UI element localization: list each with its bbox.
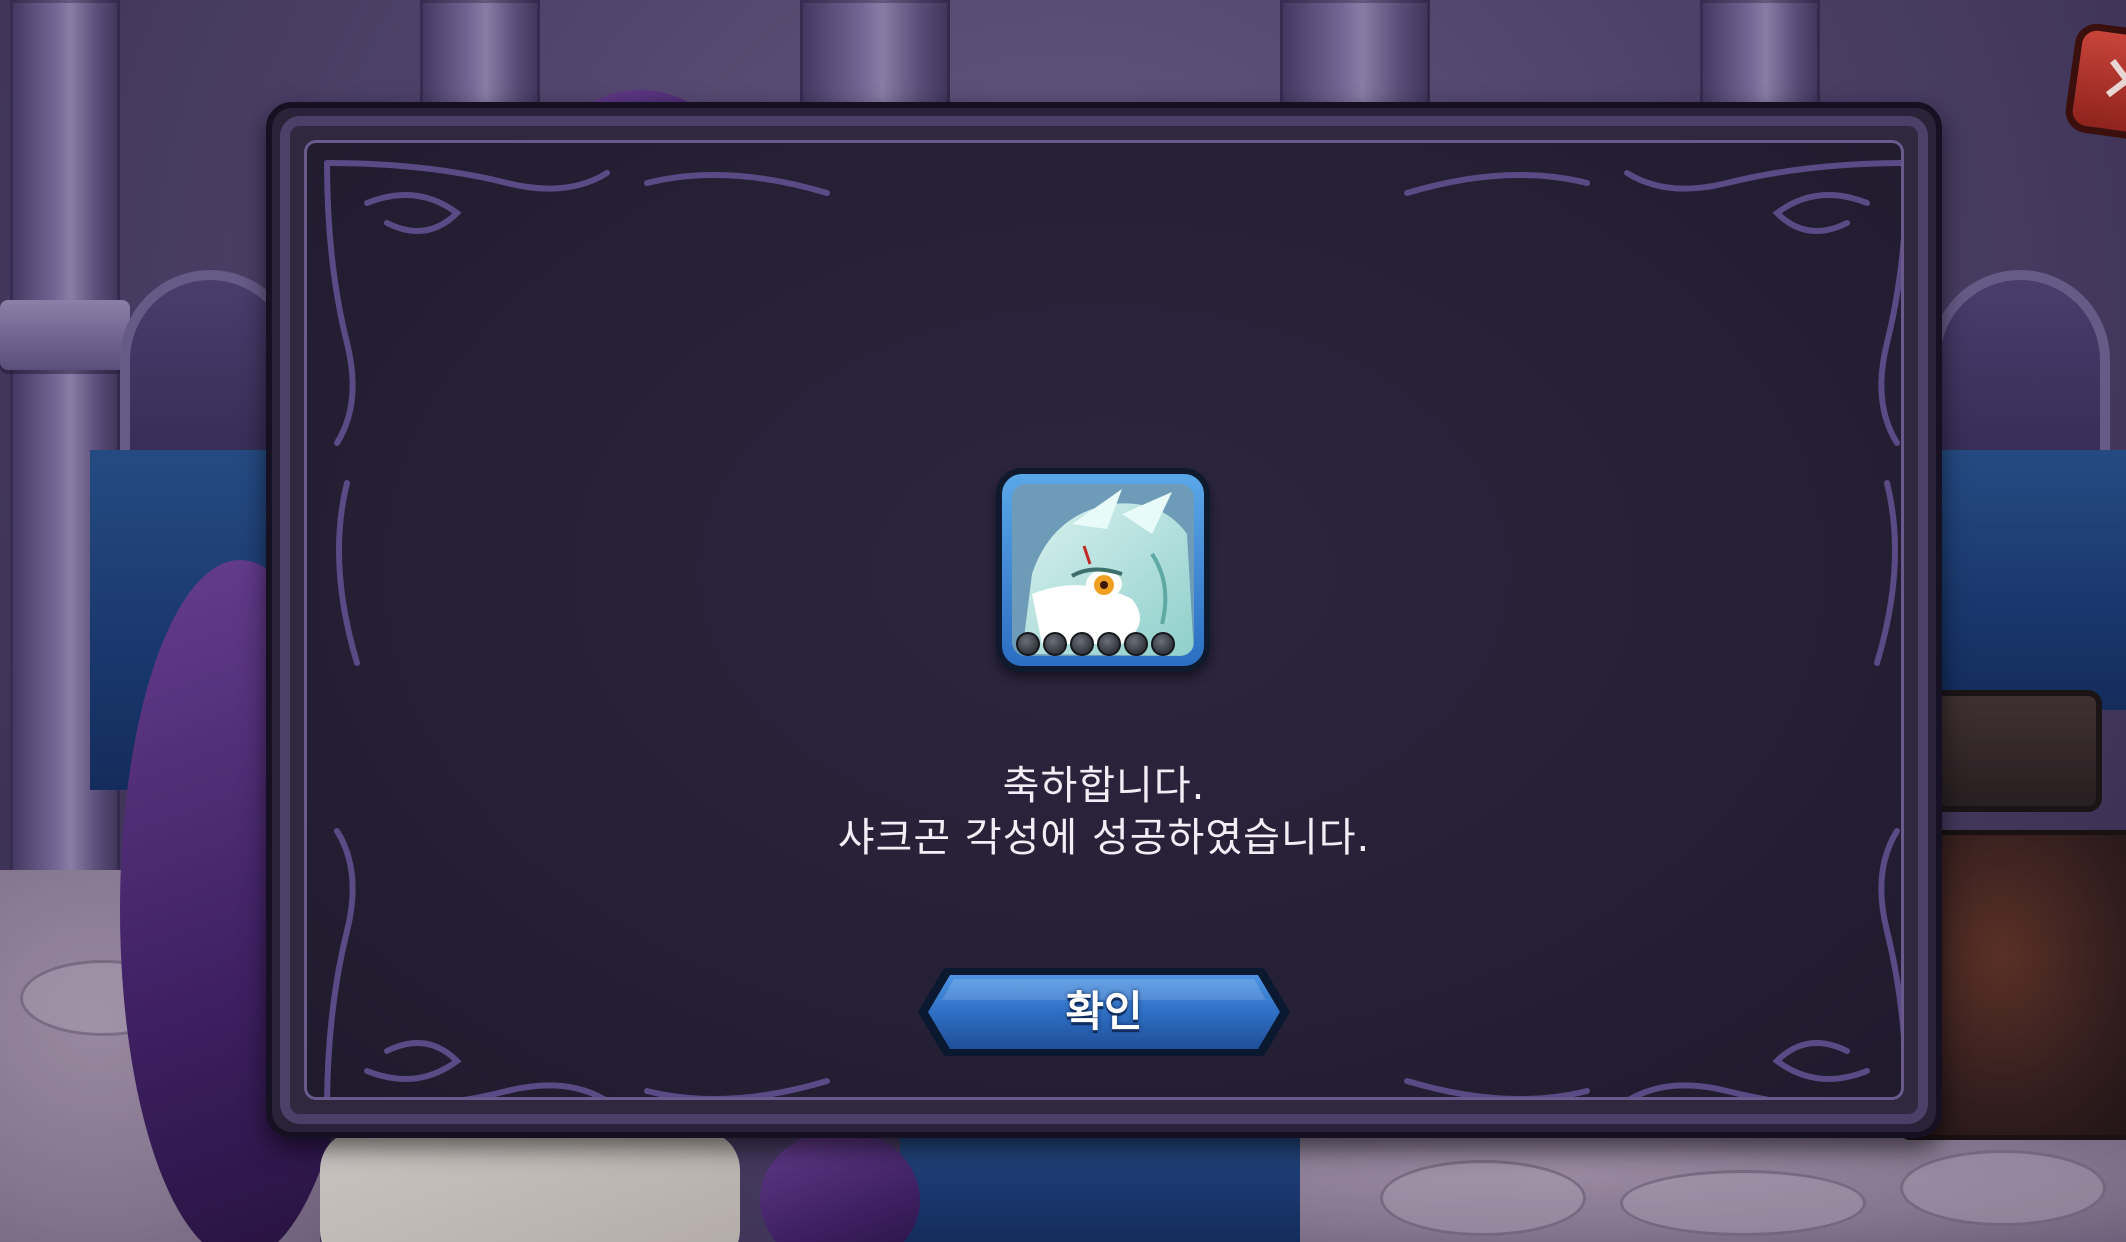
star-slot [1124,632,1148,656]
confirm-button-label: 확인 [1065,987,1143,1036]
reward-monster-icon [996,468,1210,672]
confirm-button[interactable]: 확인 [914,962,1294,1062]
message-line-congrats: 축하합니다. [1002,763,1206,809]
star-slot [1151,632,1175,656]
game-screen: ✕ 축하합니다. 샤크곤 각성에 성공하였습니다. 확인 [0,0,2126,1242]
star-slot [1070,632,1094,656]
star-slot [1043,632,1067,656]
close-icon: ✕ [2094,39,2126,124]
star-slot [1016,632,1040,656]
message-line-awakening: 샤크곤 각성에 성공하였습니다. [837,815,1371,861]
star-slot [1097,632,1121,656]
dragon-portrait-icon [1012,484,1194,656]
star-rating [1016,632,1175,656]
result-message: 축하합니다. 샤크곤 각성에 성공하였습니다. [266,760,1942,864]
